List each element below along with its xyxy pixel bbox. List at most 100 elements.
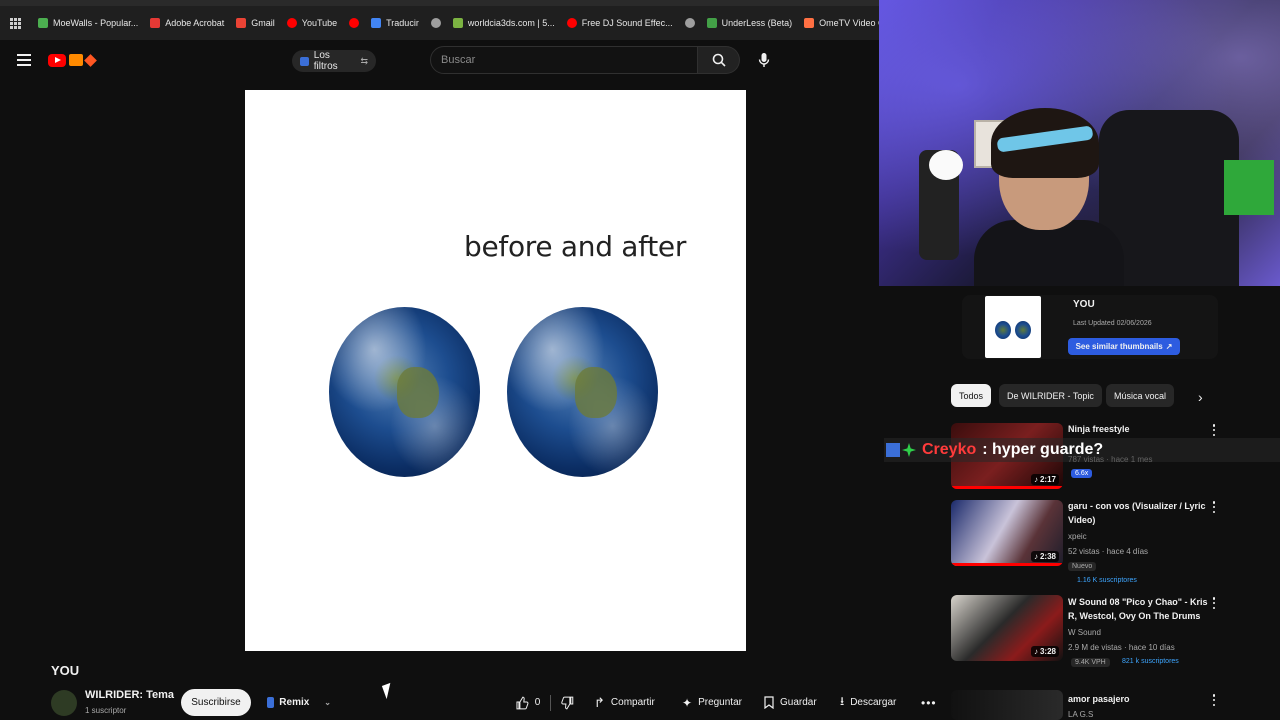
bookmark-icon (764, 696, 774, 709)
more-vertical-icon[interactable] (1210, 424, 1218, 436)
chat-badge-icon (886, 443, 900, 457)
bookmark-globe[interactable] (425, 18, 447, 28)
thumbnail-earth (1015, 321, 1031, 339)
bookmark-favicon (371, 18, 382, 28)
chip-wilrider-topic[interactable]: De WILRIDER - Topic (999, 384, 1102, 407)
bookmark-label: MoeWalls - Popular... (53, 18, 139, 28)
bookmark-youtube-2[interactable] (343, 18, 365, 28)
thumbnail-title: YOU (1073, 299, 1095, 310)
bookmark-underless[interactable]: UnderLess (Beta) (701, 18, 799, 28)
related-title[interactable]: W Sound 08 "Pico y Chao" - Kris R, Westc… (1068, 595, 1208, 623)
sliders-icon: ⇆ (360, 55, 368, 66)
chevron-right-icon[interactable]: › (1198, 389, 1203, 405)
bookmark-label: UnderLess (Beta) (721, 18, 793, 28)
related-meta: 52 vistas · hace 4 días (1068, 547, 1149, 556)
apps-grid-icon[interactable] (10, 18, 21, 29)
remix-icon (267, 697, 275, 708)
chip-musica-vocal[interactable]: Música vocal (1106, 384, 1175, 407)
bookmark-favicon (286, 18, 297, 28)
related-meta: 2.9 M de vistas · hace 10 días (1068, 643, 1175, 652)
creeper-plush (1224, 160, 1274, 215)
related-subs: 821 k suscriptores (1122, 658, 1179, 665)
related-badge: 9.4K VPH (1071, 658, 1110, 667)
related-channel[interactable]: LA G.S (1068, 710, 1093, 719)
ask-label: Preguntar (698, 697, 742, 708)
music-note-icon: ♪ (1033, 647, 1038, 656)
save-button[interactable]: Guardar (754, 689, 828, 716)
video-title: YOU (51, 663, 80, 678)
related-subs: 1.16 K suscriptores (1077, 577, 1137, 584)
filters-label: Los filtros (313, 50, 338, 72)
ask-button[interactable]: ✦ Preguntar (672, 689, 752, 716)
like-count: 0 (534, 697, 541, 708)
thumbnail-earth (995, 321, 1011, 339)
search-button[interactable] (698, 46, 740, 74)
search-icon (712, 53, 726, 67)
bookmark-label: Free DJ Sound Effec... (581, 18, 673, 28)
youtube-logo[interactable] (48, 52, 108, 68)
bookmark-favicon (150, 18, 161, 28)
related-title[interactable]: Ninja freestyle (1068, 422, 1208, 436)
globe-icon (684, 18, 695, 28)
bookmark-favicon (452, 18, 463, 28)
bookmark-globe-2[interactable] (679, 18, 701, 28)
chat-username: Creyko (922, 441, 977, 458)
more-horizontal-icon: ••• (921, 695, 937, 710)
bookmark-favicon (804, 18, 815, 28)
bookmark-youtube[interactable]: YouTube (281, 18, 343, 28)
channel-name[interactable]: WILRIDER: Tema (85, 689, 174, 701)
more-vertical-icon[interactable] (1210, 501, 1218, 513)
related-thumbnail[interactable]: ♪ 3:28 (951, 595, 1063, 661)
watch-progress (951, 563, 1063, 566)
bookmark-traducir[interactable]: Traducir (365, 18, 425, 28)
filters-button[interactable]: Los filtros ⇆ (292, 50, 376, 72)
related-thumbnail[interactable] (951, 690, 1063, 720)
extension-icon (69, 54, 83, 66)
channel-avatar[interactable] (51, 690, 77, 716)
bookmark-gmail[interactable]: Gmail (230, 18, 281, 28)
share-button[interactable]: ↱ Compartir (584, 689, 670, 716)
subscribe-button[interactable]: Suscribirse (181, 689, 251, 716)
remix-label: Remix (279, 697, 310, 708)
earth-before-image (329, 307, 480, 477)
more-vertical-icon[interactable] (1210, 597, 1218, 609)
bookmark-label: Gmail (251, 18, 275, 28)
bookmark-label: YouTube (301, 18, 338, 28)
external-link-icon: ↗ (1165, 342, 1173, 351)
bookmark-acrobat[interactable]: Adobe Acrobat (144, 18, 230, 28)
related-title[interactable]: garu - con vos (Visualizer / Lyric Video… (1068, 499, 1208, 527)
related-badge: Nuevo (1068, 562, 1097, 571)
mouse-cursor (381, 682, 396, 700)
related-thumbnail[interactable]: ♪ 2:38 (951, 500, 1063, 566)
download-icon: ⭳ (840, 694, 845, 708)
share-icon: ↱ (594, 694, 605, 710)
chip-todos[interactable]: Todos (951, 384, 992, 407)
music-note-icon: ♪ (1033, 475, 1038, 484)
search-placeholder: Buscar (441, 54, 476, 66)
similar-thumbnails-button[interactable]: See similar thumbnails ↗ (1068, 338, 1180, 355)
related-title[interactable]: amor pasajero (1068, 692, 1208, 706)
download-button[interactable]: ⭳ Descargar (830, 689, 916, 716)
channel-subscribers: 1 suscriptor (85, 706, 127, 715)
video-player[interactable]: before and after (245, 90, 746, 651)
bookmarks-bar: MoeWalls - Popular... Adobe Acrobat Gmai… (0, 0, 943, 40)
bookmark-worldcia[interactable]: worldcia3ds.com | 5... (447, 18, 561, 28)
like-icon[interactable] (515, 696, 529, 710)
voice-search-button[interactable] (752, 48, 776, 72)
remix-button[interactable]: Remix ⌄ (261, 689, 331, 716)
bookmark-favicon (706, 18, 717, 28)
dislike-icon[interactable] (561, 696, 575, 710)
related-channel[interactable]: W Sound (1068, 628, 1101, 637)
similar-label: See similar thumbnails (1075, 342, 1163, 351)
bookmark-freedj[interactable]: Free DJ Sound Effec... (561, 18, 679, 28)
related-channel[interactable]: xpeic (1068, 532, 1087, 541)
chat-badges (886, 443, 916, 457)
menu-icon[interactable] (17, 54, 31, 66)
search-input[interactable]: Buscar (430, 46, 698, 74)
thumbnail-updated: Last Updated 02/06/2026 (1073, 320, 1152, 327)
more-actions-button[interactable]: ••• (914, 689, 942, 716)
bookmark-favicon (349, 18, 360, 28)
bookmark-moewalls[interactable]: MoeWalls - Popular... (32, 18, 144, 28)
earth-after-image (507, 307, 658, 477)
more-vertical-icon[interactable] (1210, 694, 1218, 706)
